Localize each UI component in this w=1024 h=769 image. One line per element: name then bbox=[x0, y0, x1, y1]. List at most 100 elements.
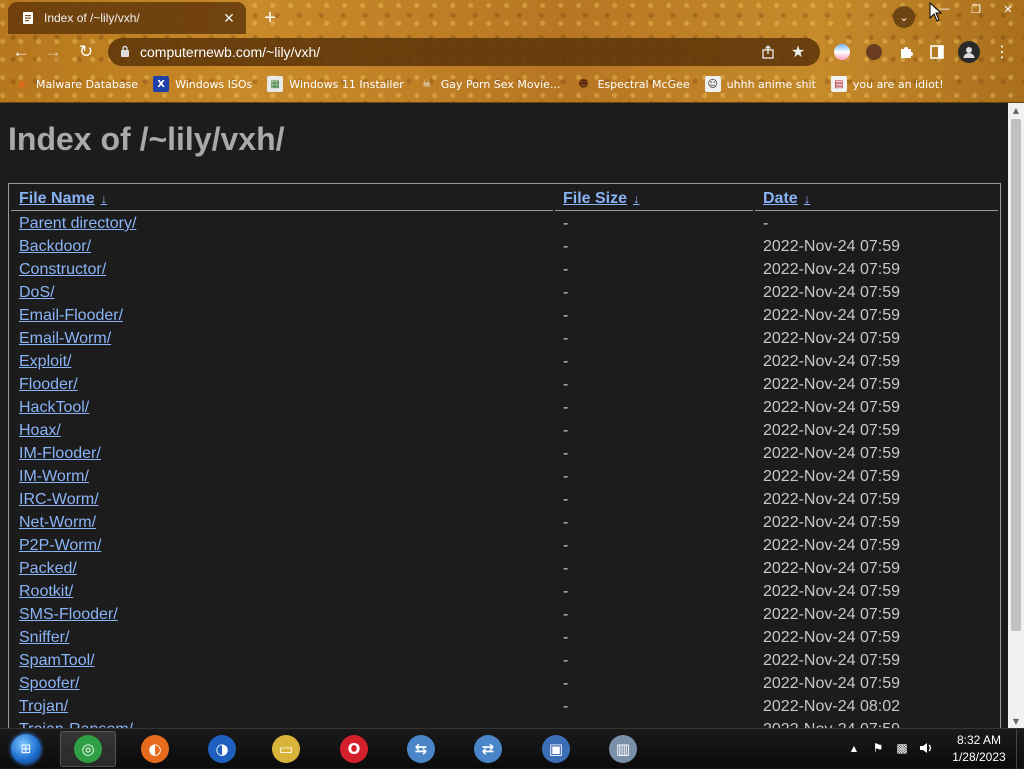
directory-link[interactable]: SMS-Flooder/ bbox=[19, 606, 118, 623]
directory-link[interactable]: DoS/ bbox=[19, 284, 55, 301]
bookmark-anime[interactable]: ☺ uhhh anime shit bbox=[704, 73, 816, 95]
bookmark-windows-11-installer[interactable]: ▦ Windows 11 Installer bbox=[267, 73, 404, 95]
file-size-cell: - bbox=[563, 537, 569, 554]
directory-link[interactable]: Packed/ bbox=[19, 560, 77, 577]
tray-chevron-icon[interactable]: ▲ bbox=[846, 739, 862, 757]
directory-link[interactable]: HackTool/ bbox=[19, 399, 89, 416]
taskbar-clock[interactable]: 8:32 AM 1/28/2023 bbox=[944, 732, 1014, 766]
file-name-cell: IM-Worm/ bbox=[11, 466, 553, 487]
bookmark-label: uhhh anime shit bbox=[726, 77, 816, 91]
directory-link[interactable]: Email-Worm/ bbox=[19, 330, 111, 347]
tab-index-of-vxh[interactable]: Index of /~lily/vxh/ ✕ bbox=[8, 2, 246, 34]
directory-link[interactable]: Sniffer/ bbox=[19, 629, 69, 646]
sort-by-name-link[interactable]: File Name bbox=[19, 190, 95, 207]
file-date-cell: 2022-Nov-24 07:59 bbox=[763, 445, 900, 462]
sort-by-size-link[interactable]: File Size bbox=[563, 190, 627, 207]
directory-link[interactable]: Hoax/ bbox=[19, 422, 61, 439]
directory-link[interactable]: Email-Flooder/ bbox=[19, 307, 123, 324]
table-row: Trojan-Ransom/ -2022-Nov-24 07:59 bbox=[11, 719, 998, 728]
sort-by-date-link[interactable]: Date bbox=[763, 190, 798, 207]
taskbar-app-button[interactable]: ▣ bbox=[528, 731, 584, 767]
file-explorer-icon: ▭ bbox=[272, 735, 300, 763]
taskbar-app-button[interactable]: ⇄ bbox=[460, 731, 516, 767]
file-date-cell: 2022-Nov-24 07:59 bbox=[763, 261, 900, 278]
network-tray-icon[interactable]: ▩ bbox=[894, 739, 910, 757]
directory-link[interactable]: IRC-Worm/ bbox=[19, 491, 99, 508]
file-date-cell: 2022-Nov-24 07:59 bbox=[763, 422, 900, 439]
file-name-cell: Flooder/ bbox=[11, 374, 553, 395]
file-date-cell: 2022-Nov-24 07:59 bbox=[763, 514, 900, 531]
bookmark-movie-site[interactable]: ☠ Gay Porn Sex Movie... bbox=[419, 73, 560, 95]
taskbar-app-button[interactable]: ▭ bbox=[258, 731, 314, 767]
taskbar-app-button[interactable]: ◎ bbox=[60, 731, 116, 767]
extension-avatar-icon[interactable] bbox=[866, 44, 882, 60]
url-text[interactable]: computernewb.com/~lily/vxh/ bbox=[140, 44, 750, 60]
minimize-button[interactable]: — bbox=[928, 0, 960, 18]
taskbar-app-button[interactable]: ◐ bbox=[127, 731, 183, 767]
taskbar-app-button[interactable]: ⇆ bbox=[393, 731, 449, 767]
profile-avatar-icon[interactable] bbox=[958, 41, 980, 63]
browser-menu-icon[interactable]: ⋮ bbox=[992, 42, 1012, 62]
table-row: Trojan/ - 2022-Nov-24 08:02 bbox=[11, 696, 998, 717]
restore-button[interactable]: ❐ bbox=[960, 0, 992, 18]
file-name-cell: Rootkit/ bbox=[11, 581, 553, 602]
volume-icon[interactable] bbox=[918, 739, 934, 757]
directory-link[interactable]: P2P-Worm/ bbox=[19, 537, 101, 554]
share-icon[interactable] bbox=[756, 40, 780, 64]
start-button[interactable]: ⊞ bbox=[4, 731, 48, 767]
scroll-down-arrow-icon[interactable]: ▼ bbox=[1008, 714, 1024, 728]
table-row: DoS/ - 2022-Nov-24 07:59 bbox=[11, 282, 998, 303]
taskbar-app-button[interactable]: O bbox=[326, 731, 382, 767]
directory-link[interactable]: SpamTool/ bbox=[19, 652, 95, 669]
extensions-puzzle-icon[interactable] bbox=[896, 42, 916, 62]
column-header-size: File Size ↓ bbox=[555, 186, 753, 211]
file-date-cell: 2022-Nov-24 07:59 bbox=[763, 468, 900, 485]
scroll-up-arrow-icon[interactable]: ▲ bbox=[1008, 103, 1024, 117]
directory-link[interactable]: Rootkit/ bbox=[19, 583, 73, 600]
reload-button[interactable]: ↻ bbox=[74, 40, 98, 64]
tab-close-icon[interactable]: ✕ bbox=[220, 9, 238, 27]
directory-link[interactable]: Exploit/ bbox=[19, 353, 71, 370]
windows-taskbar: ⊞ ◎ ◐ ◑ ▭ O ⇆ ⇄ ▣ ▥ ▲ ⚑ ▩ 8:32 AM 1/28/2023 bbox=[0, 728, 1024, 769]
tab-search-button[interactable]: ⌄ bbox=[893, 6, 915, 28]
directory-link[interactable]: Constructor/ bbox=[19, 261, 106, 278]
file-date-cell: 2022-Nov-24 07:59 bbox=[763, 353, 900, 370]
directory-link[interactable]: Parent directory/ bbox=[19, 215, 136, 232]
taskbar-app-button[interactable]: ◑ bbox=[194, 731, 250, 767]
bookmark-malware-database[interactable]: ◉ Malware Database bbox=[14, 73, 138, 95]
back-button[interactable]: ← bbox=[9, 40, 33, 64]
file-size-cell: - bbox=[563, 307, 569, 324]
directory-link[interactable]: IM-Worm/ bbox=[19, 468, 89, 485]
page-scrollbar[interactable]: ▲ ▼ bbox=[1008, 103, 1024, 728]
scrollbar-thumb[interactable] bbox=[1011, 119, 1021, 631]
sort-arrow-icon[interactable]: ↓ bbox=[633, 191, 640, 206]
sort-arrow-icon[interactable]: ↓ bbox=[804, 191, 811, 206]
file-date-cell: 2022-Nov-24 07:59 bbox=[763, 238, 900, 255]
directory-link[interactable]: Flooder/ bbox=[19, 376, 78, 393]
forward-button[interactable]: → bbox=[41, 40, 65, 64]
lock-icon[interactable] bbox=[120, 45, 130, 60]
show-desktop-button[interactable] bbox=[1016, 729, 1024, 769]
taskbar-app-button[interactable]: ▥ bbox=[595, 731, 651, 767]
action-center-flag-icon[interactable]: ⚑ bbox=[870, 739, 886, 757]
firefox-icon: ◐ bbox=[141, 735, 169, 763]
directory-link[interactable]: Trojan/ bbox=[19, 698, 68, 715]
bookmark-you-are-an-idiot[interactable]: ▤ you are an idiot! bbox=[830, 73, 944, 95]
close-window-button[interactable]: ✕ bbox=[992, 0, 1024, 18]
table-row: Sniffer/ - 2022-Nov-24 07:59 bbox=[11, 627, 998, 648]
directory-link[interactable]: Backdoor/ bbox=[19, 238, 91, 255]
sort-arrow-icon[interactable]: ↓ bbox=[101, 191, 108, 206]
directory-link[interactable]: Trojan-Ransom/ bbox=[19, 721, 133, 728]
file-date-cell: 2022-Nov-24 07:59 bbox=[763, 399, 900, 416]
new-tab-button[interactable]: + bbox=[258, 6, 282, 30]
bookmark-star-icon[interactable]: ★ bbox=[786, 40, 810, 64]
bookmark-espectral-mcgee[interactable]: ☻ Espectral McGee bbox=[575, 73, 689, 95]
extension-globe-icon[interactable] bbox=[834, 44, 850, 60]
network-setup-icon: ⇆ bbox=[407, 735, 435, 763]
side-panel-icon[interactable] bbox=[927, 42, 947, 62]
address-bar[interactable]: computernewb.com/~lily/vxh/ ★ bbox=[108, 38, 820, 66]
directory-link[interactable]: Spoofer/ bbox=[19, 675, 79, 692]
bookmark-windows-isos[interactable]: X Windows ISOs bbox=[153, 73, 252, 95]
directory-link[interactable]: IM-Flooder/ bbox=[19, 445, 101, 462]
directory-link[interactable]: Net-Worm/ bbox=[19, 514, 96, 531]
